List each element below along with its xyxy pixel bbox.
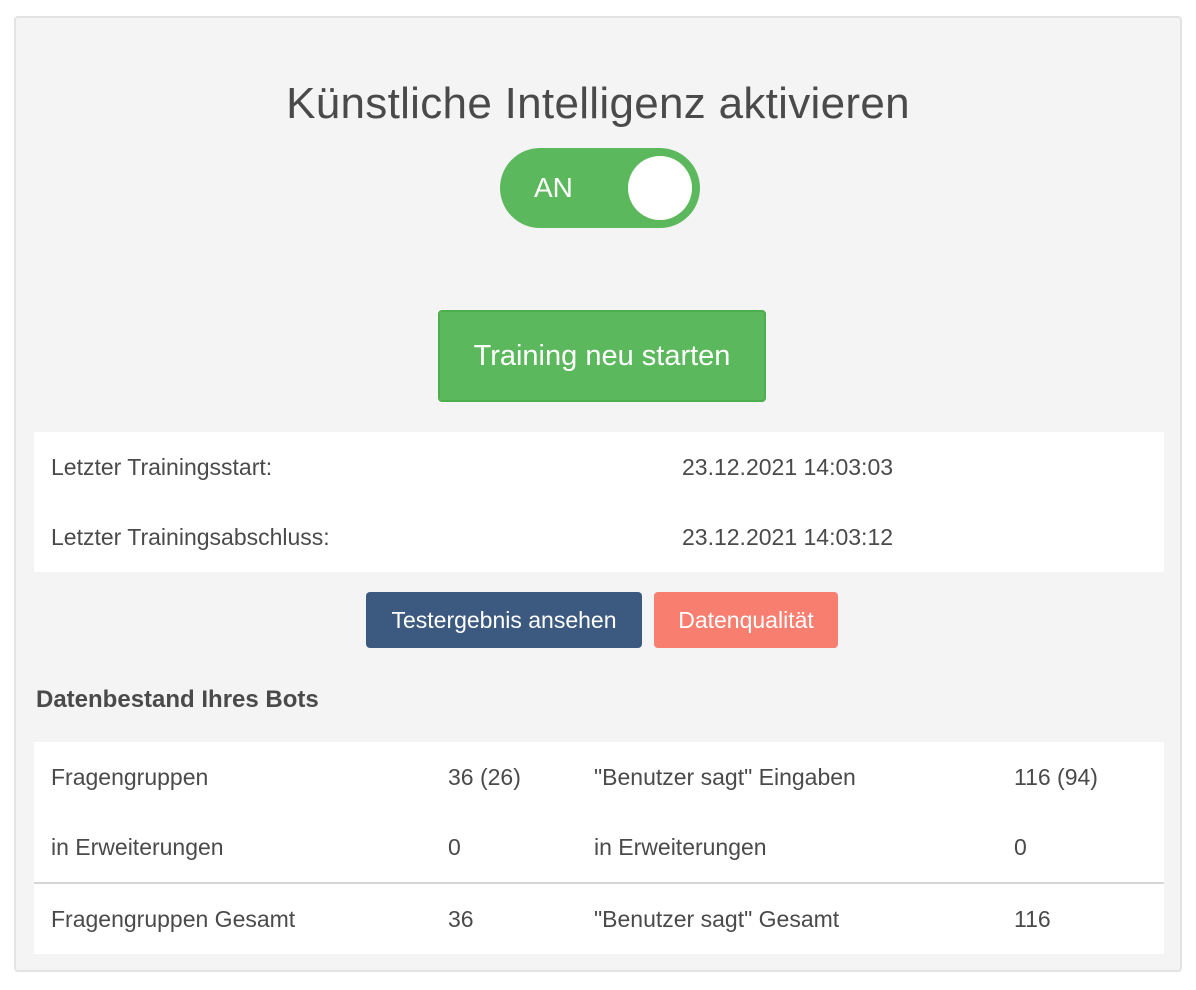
- training-start-label: Letzter Trainingsstart:: [51, 454, 273, 480]
- question-groups-total-label: Fragengruppen Gesamt: [51, 906, 296, 932]
- table-row: Fragengruppen 36 (26) "Benutzer sagt" Ei…: [34, 742, 1164, 812]
- data-section-heading: Datenbestand Ihres Bots: [36, 686, 319, 713]
- extensions-inputs-label: in Erweiterungen: [594, 834, 767, 860]
- training-start-value: 23.12.2021 14:03:03: [682, 454, 894, 480]
- question-groups-total-value: 36: [448, 906, 474, 932]
- extensions-groups-value: 0: [448, 834, 461, 860]
- restart-training-button[interactable]: Training neu starten: [438, 310, 766, 402]
- question-groups-value: 36 (26): [448, 764, 521, 790]
- ai-activation-toggle[interactable]: AN: [500, 148, 700, 228]
- training-end-label: Letzter Trainingsabschluss:: [51, 524, 330, 550]
- extensions-groups-label: in Erweiterungen: [51, 834, 224, 860]
- training-info-box: Letzter Trainingsstart: 23.12.2021 14:03…: [34, 432, 1164, 572]
- training-end-value: 23.12.2021 14:03:12: [682, 524, 894, 550]
- toggle-knob: [628, 156, 692, 220]
- question-groups-label: Fragengruppen: [51, 764, 209, 790]
- page-title: Künstliche Intelligenz aktivieren: [286, 79, 910, 128]
- view-test-result-button[interactable]: Testergebnis ansehen: [366, 592, 642, 648]
- data-stats-table: Fragengruppen 36 (26) "Benutzer sagt" Ei…: [34, 742, 1164, 954]
- user-says-total-label: "Benutzer sagt" Gesamt: [594, 906, 840, 932]
- toggle-label: AN: [534, 172, 573, 203]
- user-says-value: 116 (94): [1014, 764, 1098, 790]
- data-quality-button[interactable]: Datenqualität: [654, 592, 838, 648]
- user-says-total-value: 116: [1014, 906, 1051, 932]
- table-row: in Erweiterungen 0 in Erweiterungen 0: [34, 812, 1164, 882]
- training-end-row: Letzter Trainingsabschluss: 23.12.2021 1…: [34, 502, 1164, 572]
- training-start-row: Letzter Trainingsstart: 23.12.2021 14:03…: [34, 432, 1164, 502]
- extensions-inputs-value: 0: [1014, 834, 1027, 860]
- table-row-total: Fragengruppen Gesamt 36 "Benutzer sagt" …: [34, 882, 1164, 954]
- user-says-label: "Benutzer sagt" Eingaben: [594, 764, 856, 790]
